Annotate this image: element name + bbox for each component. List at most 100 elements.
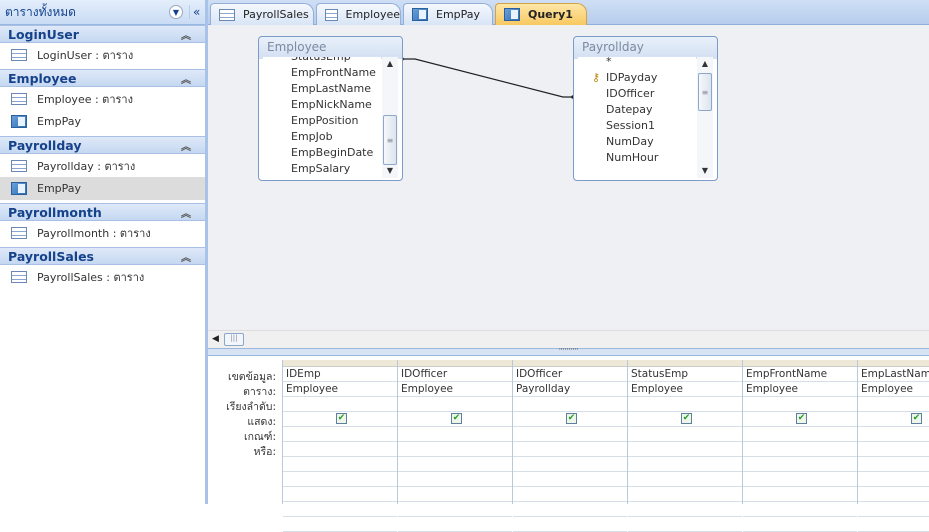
employee-table-box[interactable]: Employee StatusEmpEmpFrontNameEmpLastNam… [258, 36, 403, 181]
or-cell[interactable] [398, 442, 512, 457]
table-cell[interactable]: Employee [398, 382, 512, 397]
field-item[interactable]: IDOfficer [578, 86, 696, 102]
sort-cell[interactable] [858, 397, 929, 412]
field-cell[interactable]: IDOfficer [398, 367, 512, 382]
collapse-pane-icon[interactable]: « [189, 5, 205, 19]
chevron-up-icon[interactable]: ︽ [181, 205, 191, 220]
or-cell[interactable] [283, 457, 397, 472]
scroll-down-icon[interactable]: ▼ [382, 164, 398, 178]
show-checkbox[interactable]: ✔ [681, 413, 692, 424]
or-cell[interactable] [513, 502, 627, 517]
field-item[interactable]: EmpPosition [263, 113, 381, 129]
table-cell[interactable]: Employee [858, 382, 929, 397]
chevron-up-icon[interactable]: ︽ [181, 71, 191, 86]
field-item[interactable]: EmpLastName [263, 81, 381, 97]
or-cell[interactable] [858, 517, 929, 532]
field-cell[interactable]: StatusEmp [628, 367, 742, 382]
sort-cell[interactable] [628, 397, 742, 412]
column-selector[interactable] [743, 360, 857, 367]
or-cell[interactable] [398, 517, 512, 532]
or-cell[interactable] [283, 487, 397, 502]
nav-pane-header[interactable]: ตารางทั้งหมด ▼ « [0, 0, 205, 25]
nav-item[interactable]: LoginUser : ตาราง [0, 43, 205, 66]
or-cell[interactable] [628, 457, 742, 472]
or-cell[interactable] [858, 442, 929, 457]
or-cell[interactable] [513, 442, 627, 457]
or-cell[interactable] [513, 457, 627, 472]
field-item[interactable]: EmpJob [263, 129, 381, 145]
sort-cell[interactable] [398, 397, 512, 412]
field-cell[interactable]: EmpFrontName [743, 367, 857, 382]
nav-item[interactable]: Employee : ตาราง [0, 87, 205, 110]
or-cell[interactable] [628, 487, 742, 502]
or-cell[interactable] [513, 472, 627, 487]
tab-employee[interactable]: Employee [316, 3, 401, 25]
horizontal-scrollbar[interactable]: ◀ ||| [208, 330, 929, 348]
or-cell[interactable] [743, 457, 857, 472]
or-cell[interactable] [283, 517, 397, 532]
scroll-left-icon[interactable]: ◀ [212, 334, 219, 344]
table-cell[interactable]: Employee [283, 382, 397, 397]
nav-item[interactable]: Payrollday : ตาราง [0, 154, 205, 177]
or-cell[interactable] [283, 502, 397, 517]
column-selector[interactable] [283, 360, 397, 367]
sort-cell[interactable] [743, 397, 857, 412]
table-cell[interactable]: Employee [628, 382, 742, 397]
or-cell[interactable] [858, 502, 929, 517]
column-selector[interactable] [398, 360, 512, 367]
scroll-thumb[interactable]: ≡ [383, 115, 397, 165]
or-cell[interactable] [743, 472, 857, 487]
criteria-cell[interactable] [283, 427, 397, 442]
or-cell[interactable] [628, 517, 742, 532]
group-header-payrollmonth[interactable]: Payrollmonth ︽ [0, 203, 205, 221]
or-cell[interactable] [398, 502, 512, 517]
or-cell[interactable] [398, 487, 512, 502]
or-cell[interactable] [513, 487, 627, 502]
field-item[interactable]: EmpNickName [263, 97, 381, 113]
chevron-up-icon[interactable]: ︽ [181, 27, 191, 42]
or-cell[interactable] [283, 442, 397, 457]
chevron-down-icon[interactable]: ▼ [169, 5, 183, 19]
payrollday-table-box[interactable]: Payrollday * ⚷ IDPayday IDOfficer Datepay Ses… [573, 36, 718, 181]
field-item[interactable]: EmpBeginDate [263, 145, 381, 161]
criteria-cell[interactable] [743, 427, 857, 442]
group-header-employee[interactable]: Employee ︽ [0, 69, 205, 87]
or-cell[interactable] [858, 487, 929, 502]
field-item[interactable]: EmpFrontName [263, 65, 381, 81]
sort-cell[interactable] [513, 397, 627, 412]
tab-payrollsales[interactable]: PayrollSales [210, 3, 314, 25]
or-cell[interactable] [628, 502, 742, 517]
sort-cell[interactable] [283, 397, 397, 412]
show-checkbox[interactable]: ✔ [911, 413, 922, 424]
pane-splitter[interactable]: '''''''''' [208, 348, 929, 356]
or-cell[interactable] [743, 442, 857, 457]
or-cell[interactable] [628, 472, 742, 487]
column-selector[interactable] [628, 360, 742, 367]
field-item[interactable]: StatusEmp [263, 57, 381, 65]
or-cell[interactable] [513, 517, 627, 532]
field-item[interactable]: NumHour [578, 150, 696, 166]
field-item[interactable]: NumDay [578, 134, 696, 150]
group-header-payrollsales[interactable]: PayrollSales ︽ [0, 247, 205, 265]
scroll-down-icon[interactable]: ▼ [697, 164, 713, 178]
vertical-scrollbar[interactable]: ▲ ≡ ▼ [382, 57, 398, 178]
or-cell[interactable] [283, 472, 397, 487]
chevron-up-icon[interactable]: ︽ [181, 138, 191, 153]
or-cell[interactable] [398, 457, 512, 472]
nav-item[interactable]: EmpPay [0, 110, 205, 133]
criteria-cell[interactable] [858, 427, 929, 442]
group-header-payrollday[interactable]: Payrollday ︽ [0, 136, 205, 154]
scroll-thumb[interactable]: ||| [224, 333, 244, 346]
scroll-thumb[interactable]: ≡ [698, 73, 712, 111]
field-item[interactable]: * [578, 57, 696, 70]
show-checkbox[interactable]: ✔ [566, 413, 577, 424]
nav-item[interactable]: PayrollSales : ตาราง [0, 265, 205, 288]
field-item[interactable]: EmpSalary [263, 161, 381, 177]
or-cell[interactable] [743, 502, 857, 517]
or-cell[interactable] [858, 457, 929, 472]
or-cell[interactable] [743, 517, 857, 532]
group-header-loginuser[interactable]: LoginUser ︽ [0, 25, 205, 43]
column-selector[interactable] [513, 360, 627, 367]
or-cell[interactable] [628, 442, 742, 457]
criteria-cell[interactable] [513, 427, 627, 442]
